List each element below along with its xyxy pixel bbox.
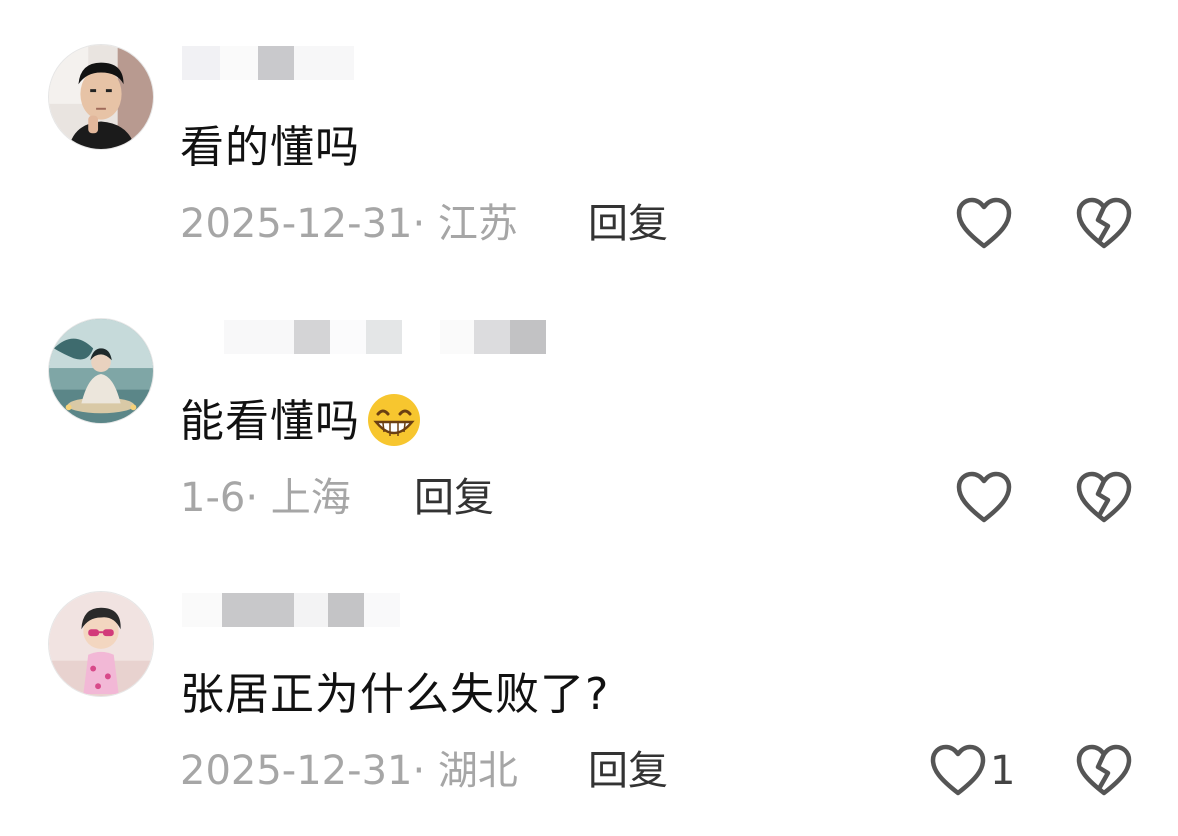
avatar-photo [49,592,153,696]
meta-separator: · [412,748,426,794]
grinning-face-emoji [366,392,422,464]
heart-outline-icon[interactable] [928,743,988,799]
comment-item: 张居正为什么失败了? 2025-12-31· 湖北 回复 1 [0,585,1178,836]
comment-date: 1-6 [180,475,246,521]
username-redacted [182,593,562,627]
heart-outline-icon[interactable] [954,470,1014,526]
avatar-photo [49,45,153,149]
meta-separator: · [412,201,426,247]
comment-meta: 1-6· 上海 [180,470,351,526]
comment-text: 张居正为什么失败了? [180,669,610,720]
comment-list: 看的懂吗 2025-12-31· 江苏 回复 能看懂吗 1-6· 上海 回复 张… [0,0,1178,836]
like-count: 1 [990,748,1016,794]
reply-button[interactable]: 回复 [588,743,668,799]
meta-separator: · [245,475,259,521]
username-redacted [182,320,562,354]
avatar[interactable] [48,318,154,424]
broken-heart-icon[interactable] [1074,196,1134,252]
heart-outline-icon[interactable] [954,196,1014,252]
broken-heart-icon[interactable] [1074,743,1134,799]
broken-heart-icon[interactable] [1074,470,1134,526]
comment-date: 2025-12-31 [180,201,413,247]
reply-button[interactable]: 回复 [588,196,668,252]
comment-meta: 2025-12-31· 江苏 [180,196,518,252]
reply-button[interactable]: 回复 [414,470,494,526]
comment-text: 看的懂吗 [180,122,360,173]
comment-location: 上海 [270,475,351,521]
comment-date: 2025-12-31 [180,748,413,794]
avatar-photo [49,319,153,423]
comment-location: 湖北 [437,748,518,794]
avatar[interactable] [48,44,154,150]
comment-text-content: 能看懂吗 [180,396,360,447]
comment-item: 能看懂吗 1-6· 上海 回复 [0,312,1178,582]
comment-item: 看的懂吗 2025-12-31· 江苏 回复 [0,38,1178,308]
comment-location: 江苏 [437,201,518,247]
comment-text: 能看懂吗 [180,392,422,464]
avatar[interactable] [48,591,154,697]
comment-meta: 2025-12-31· 湖北 [180,743,518,799]
username-redacted [182,46,562,80]
